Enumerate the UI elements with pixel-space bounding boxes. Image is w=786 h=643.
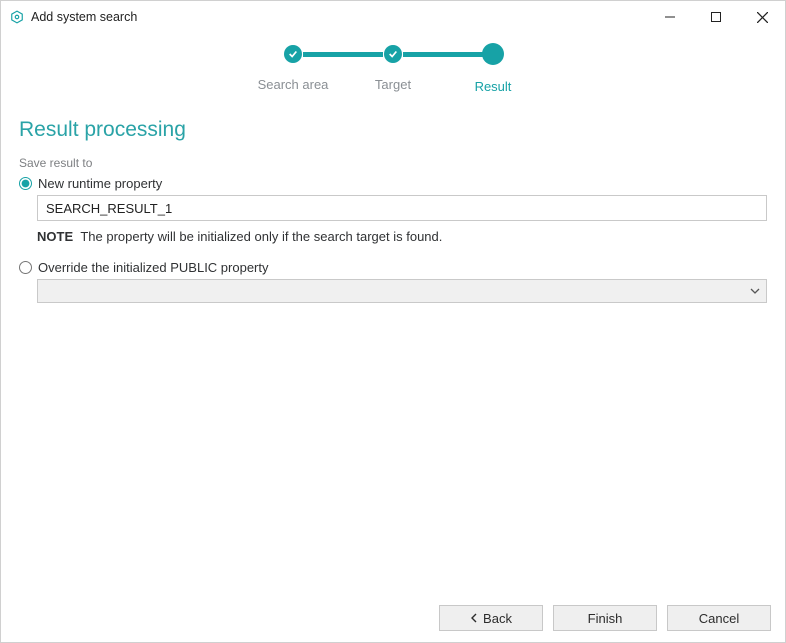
radio-new-runtime[interactable] [19,177,32,190]
group-label-save-result: Save result to [19,156,767,170]
footer: Back Finish Cancel [1,594,785,642]
check-icon [384,45,402,63]
titlebar: Add system search [1,1,785,33]
radio-override[interactable] [19,261,32,274]
note-prefix: NOTE [37,229,73,244]
note-body: The property will be initialized only if… [80,229,442,244]
content-area: Result processing Save result to New run… [1,94,785,594]
chevron-down-icon [750,286,760,296]
finish-button[interactable]: Finish [553,605,657,631]
step-label: Target [375,77,411,92]
radio-label-new-runtime[interactable]: New runtime property [38,176,162,191]
note-text: NOTE The property will be initialized on… [37,229,767,244]
step-label: Result [475,79,512,94]
app-icon [9,9,25,25]
step-label: Search area [258,77,329,92]
wizard-stepper: Search area Target Result [1,45,785,94]
chevron-left-icon [470,613,478,623]
close-button[interactable] [739,1,785,33]
maximize-button[interactable] [693,1,739,33]
radio-row-override: Override the initialized PUBLIC property [19,260,767,275]
radio-row-new-runtime: New runtime property [19,176,767,191]
back-button-label: Back [483,611,512,626]
window-controls [647,1,785,33]
window-title: Add system search [31,10,137,24]
stepper-bar [303,52,383,57]
cancel-button[interactable]: Cancel [667,605,771,631]
override-property-select[interactable] [37,279,767,303]
check-icon [284,45,302,63]
stepper-bar [403,52,483,57]
minimize-button[interactable] [647,1,693,33]
runtime-property-input[interactable] [37,195,767,221]
current-step-icon [482,43,504,65]
finish-button-label: Finish [588,611,623,626]
page-title: Result processing [19,118,767,142]
back-button[interactable]: Back [439,605,543,631]
radio-label-override[interactable]: Override the initialized PUBLIC property [38,260,269,275]
cancel-button-label: Cancel [699,611,739,626]
